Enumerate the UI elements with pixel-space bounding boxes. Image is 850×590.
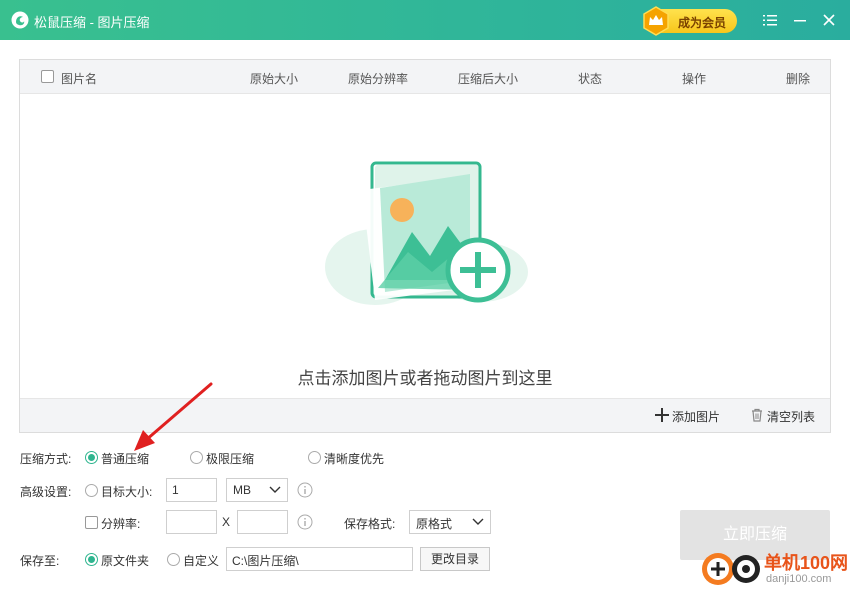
chevron-down-icon [472,518,484,525]
save-format-value: 原格式 [416,517,453,531]
column-header-name: 图片名 [61,72,98,86]
target-size-label[interactable]: 目标大小: [101,483,152,500]
info-icon[interactable] [297,482,313,498]
clear-list-label: 清空列表 [767,410,816,424]
become-member-button[interactable]: 成为会员 [643,6,737,36]
mode-normal-radio[interactable] [85,451,98,464]
add-image-button[interactable]: 添加图片 [655,408,725,424]
resolution-checkbox[interactable] [85,516,98,529]
column-header-original-size: 原始大小 [250,72,299,86]
info-icon[interactable] [297,514,313,530]
select-all-checkbox[interactable] [41,70,54,83]
watermark-logo-icon [702,553,760,585]
save-custom-radio[interactable] [167,553,180,566]
title-bar: 松鼠压缩 - 图片压缩 成为会员 [0,0,850,40]
target-size-radio[interactable] [85,484,98,497]
resolution-label[interactable]: 分辨率: [101,515,140,532]
column-header-original-resolution: 原始分辨率 [348,72,409,86]
resolution-height-input[interactable] [237,510,288,534]
mode-clarity-radio[interactable] [308,451,321,464]
window-title: 松鼠压缩 - 图片压缩 [34,15,150,30]
chevron-down-icon [269,486,281,493]
column-header-status: 状态 [578,72,603,86]
target-unit-value: MB [233,483,251,497]
save-path-input[interactable]: C:\图片压缩\ [226,547,413,571]
column-header-operation: 操作 [682,72,707,86]
image-list-table: 图片名 原始大小 原始分辨率 压缩后大小 状态 操作 删除 点击添加图片或者拖动… [19,59,831,433]
column-header-delete: 删除 [786,72,811,86]
close-icon[interactable] [819,10,839,30]
drop-zone[interactable]: 点击添加图片或者拖动图片到这里 [20,94,830,398]
save-format-label: 保存格式: [344,517,396,531]
crown-icon [643,6,669,36]
target-size-input[interactable]: 1 [166,478,217,502]
target-unit-select[interactable]: MB [226,478,288,502]
become-member-label: 成为会员 [678,16,727,30]
watermark-url: danji100.com [766,573,832,585]
mode-clarity-label[interactable]: 清晰度优先 [324,450,384,467]
annotation-arrow-icon [134,382,213,451]
app-logo-icon [11,11,29,29]
minimize-icon[interactable] [790,10,810,30]
table-header: 图片名 原始大小 原始分辨率 压缩后大小 状态 操作 删除 [20,60,830,94]
clear-list-button[interactable]: 清空列表 [750,408,820,424]
column-header-compressed-size: 压缩后大小 [458,72,519,86]
save-custom-label[interactable]: 自定义 [183,552,219,569]
plus-icon [655,408,669,422]
site-watermark: 单机100网 danji100.com [700,547,850,590]
save-format-select[interactable]: 原格式 [409,510,491,534]
save-to-label: 保存至: [20,554,60,568]
compress-mode-label: 压缩方式: [20,452,72,466]
add-image-label: 添加图片 [672,410,721,424]
menu-icon[interactable] [760,10,780,30]
watermark-title: 单机100网 [764,553,849,573]
trash-icon [752,408,762,422]
resolution-width-input[interactable] [166,510,217,534]
save-original-label[interactable]: 原文件夹 [101,552,149,569]
change-directory-button[interactable]: 更改目录 [420,547,490,571]
advanced-settings-label: 高级设置: [20,485,72,499]
save-original-radio[interactable] [85,553,98,566]
resolution-x-separator: X [222,515,231,529]
add-image-illustration-icon[interactable] [320,160,530,310]
